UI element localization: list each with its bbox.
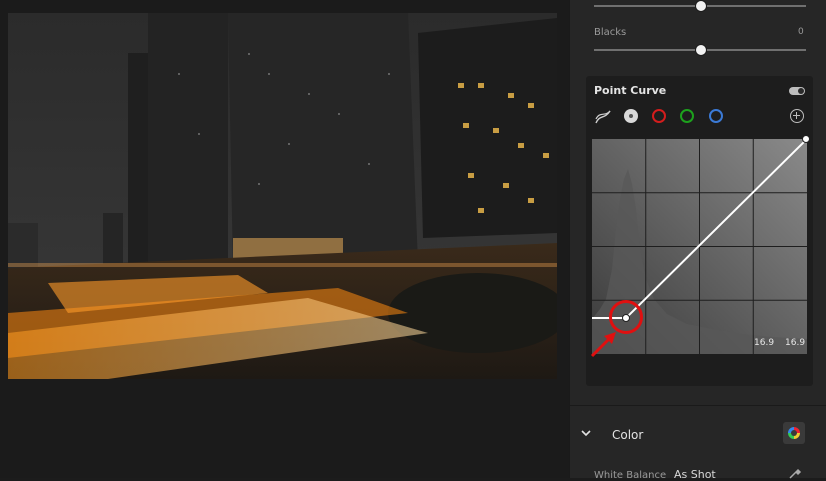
blacks-value[interactable]: 0 <box>798 27 804 37</box>
section-divider <box>570 405 826 406</box>
blacks-label: Blacks <box>594 27 627 38</box>
annotation-arrow-icon <box>590 332 616 358</box>
white-balance-dropdown[interactable]: As Shot <box>674 468 716 481</box>
curve-output-readout: 16.9 <box>785 338 806 348</box>
red-channel-button[interactable] <box>652 109 666 123</box>
color-mixer-icon[interactable] <box>783 422 805 444</box>
blacks-slider-knob[interactable] <box>695 44 707 56</box>
photo-preview[interactable] <box>8 13 557 379</box>
luminance-channel-button[interactable] <box>624 109 638 123</box>
curve-graph[interactable]: 16.9 16.9 <box>592 135 810 354</box>
chevron-down-icon[interactable] <box>580 427 592 439</box>
white-balance-label: White Balance <box>594 470 667 481</box>
parametric-curve-icon[interactable] <box>595 109 611 124</box>
curve-endpoint-white[interactable] <box>802 135 810 143</box>
blue-channel-button[interactable] <box>709 109 723 123</box>
city-night-photo <box>8 13 557 379</box>
color-section-title[interactable]: Color <box>612 428 643 442</box>
curve-input-readout: 16.9 <box>754 338 775 348</box>
point-curve-toggle[interactable] <box>789 87 805 95</box>
whites-slider-knob[interactable] <box>695 0 707 12</box>
develop-panel: Blacks 0 Point Curve 16.9 16.9 Color Whi… <box>569 0 826 481</box>
green-channel-button[interactable] <box>680 109 694 123</box>
target-adjust-icon[interactable] <box>790 109 804 123</box>
photo-canvas[interactable] <box>0 0 569 478</box>
point-curve-title: Point Curve <box>594 84 667 97</box>
